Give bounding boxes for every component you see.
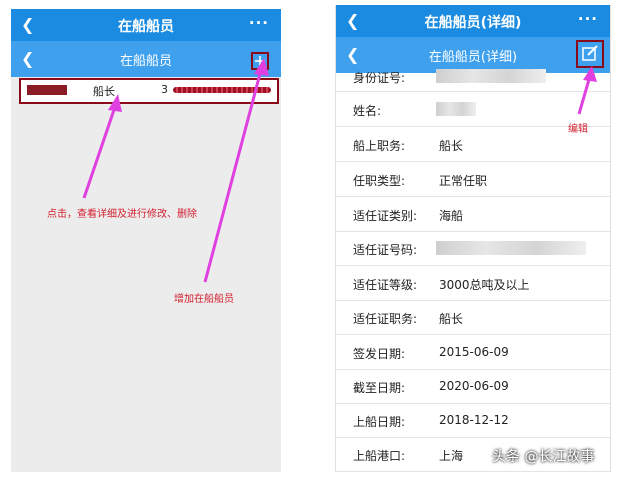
annotation-arrows xyxy=(82,58,597,283)
edit-hint-text: 编辑 xyxy=(568,124,588,135)
add-hint-text: 增加在船船员 xyxy=(174,294,234,305)
watermark: 头条 @长江故事 xyxy=(492,449,595,465)
edit-hint-arrow xyxy=(577,66,597,115)
click-hint-text: 点击，查看详细及进行修改、删除 xyxy=(47,209,197,220)
click-hint-arrow xyxy=(82,94,122,199)
add-hint-arrow xyxy=(203,58,269,283)
